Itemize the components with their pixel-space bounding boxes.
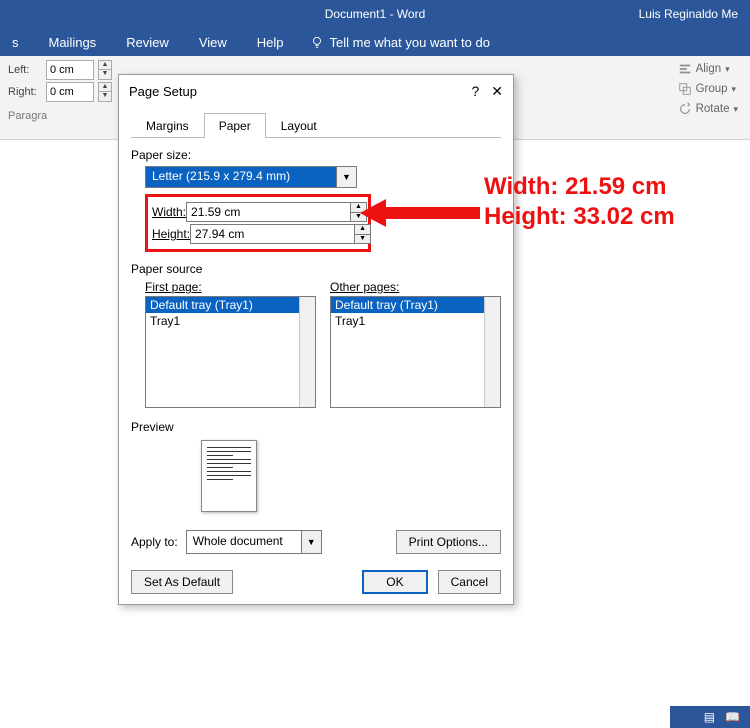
annotation-arrow	[360, 196, 480, 230]
cancel-button[interactable]: Cancel	[438, 570, 501, 594]
dialog-close-button[interactable]: ✕	[491, 83, 503, 100]
chevron-down-icon[interactable]: ▼	[336, 167, 356, 187]
first-page-list[interactable]: Default tray (Tray1) Tray1	[145, 296, 316, 408]
view-icon[interactable]: ▤	[704, 710, 715, 724]
arrange-group: Align▾ Group▾ Rotate▾	[678, 62, 738, 116]
scrollbar[interactable]	[484, 297, 500, 407]
status-bar: ▤ 📖	[670, 706, 750, 728]
tell-me-search[interactable]: Tell me what you want to do	[310, 35, 490, 50]
apply-to-combo[interactable]: Whole document ▼	[186, 530, 322, 554]
width-input[interactable]	[187, 203, 350, 221]
indent-left-spinner[interactable]: ▲▼	[98, 60, 112, 80]
tab-paper[interactable]: Paper	[204, 113, 266, 138]
ribbon-tab-help[interactable]: Help	[253, 31, 288, 54]
chevron-down-icon: ▾	[732, 84, 737, 95]
paper-size-combo[interactable]: Letter (215.9 x 279.4 mm) ▼	[145, 166, 357, 188]
title-bar: Document1 - Word Luis Reginaldo Me	[0, 0, 750, 28]
ribbon-tab-partial[interactable]: s	[8, 31, 23, 54]
paper-source-label: Paper source	[131, 262, 501, 276]
lightbulb-icon	[310, 35, 324, 49]
list-item[interactable]: Default tray (Tray1)	[331, 297, 500, 313]
ribbon-tab-mailings[interactable]: Mailings	[45, 31, 101, 54]
paper-size-value: Letter (215.9 x 279.4 mm)	[146, 167, 336, 187]
annotation-width: Width: 21.59 cm	[484, 172, 675, 202]
dialog-title: Page Setup	[129, 84, 197, 99]
indent-left-label: Left:	[8, 64, 42, 76]
tell-me-label: Tell me what you want to do	[330, 35, 490, 50]
dialog-tabs: Margins Paper Layout	[131, 112, 501, 138]
other-pages-list[interactable]: Default tray (Tray1) Tray1	[330, 296, 501, 408]
group-button[interactable]: Group▾	[678, 82, 738, 96]
set-as-default-button[interactable]: Set As Default	[131, 570, 233, 594]
paragraph-group: Left: ▲▼ Right: ▲▼ Paragra	[8, 60, 112, 122]
indent-right-label: Right:	[8, 86, 42, 98]
list-item[interactable]: Default tray (Tray1)	[146, 297, 315, 313]
list-item[interactable]: Tray1	[331, 313, 500, 329]
width-label: Width:	[152, 205, 186, 219]
apply-to-value: Whole document	[187, 531, 301, 553]
paper-size-label: Paper size:	[131, 148, 501, 162]
height-input[interactable]	[191, 225, 354, 243]
chevron-down-icon: ▾	[725, 64, 730, 75]
ribbon-tabs: s Mailings Review View Help Tell me what…	[0, 28, 750, 56]
rotate-icon	[678, 102, 692, 116]
first-page-label: First page:	[145, 280, 316, 294]
user-name: Luis Reginaldo Me	[639, 7, 738, 21]
chevron-down-icon[interactable]: ▼	[301, 531, 321, 553]
group-icon	[678, 82, 692, 96]
paragraph-caption: Paragra	[8, 104, 112, 122]
list-item[interactable]: Tray1	[146, 313, 315, 329]
height-label: Height:	[152, 227, 190, 241]
ok-button[interactable]: OK	[362, 570, 427, 594]
preview-label: Preview	[131, 420, 501, 434]
annotation-height: Height: 33.02 cm	[484, 202, 675, 232]
align-icon	[678, 62, 692, 76]
width-height-highlight: Width: ▲▼ Height: ▲▼	[145, 194, 371, 252]
ribbon-tab-view[interactable]: View	[195, 31, 231, 54]
rotate-button[interactable]: Rotate▾	[678, 102, 738, 116]
book-icon[interactable]: 📖	[725, 710, 740, 724]
dialog-help-button[interactable]: ?	[471, 83, 479, 100]
scrollbar[interactable]	[299, 297, 315, 407]
page-preview	[201, 440, 257, 512]
ribbon-tab-review[interactable]: Review	[122, 31, 173, 54]
tab-margins[interactable]: Margins	[131, 113, 204, 138]
apply-to-label: Apply to:	[131, 535, 178, 549]
chevron-down-icon: ▾	[733, 104, 738, 115]
document-title: Document1 - Word	[325, 7, 425, 21]
indent-right-spinner[interactable]: ▲▼	[98, 82, 112, 102]
indent-right-input[interactable]	[46, 82, 94, 102]
other-pages-label: Other pages:	[330, 280, 501, 294]
indent-left-input[interactable]	[46, 60, 94, 80]
page-setup-dialog: Page Setup ? ✕ Margins Paper Layout Pape…	[118, 74, 514, 605]
print-options-button[interactable]: Print Options...	[396, 530, 501, 554]
tab-layout[interactable]: Layout	[266, 113, 332, 138]
annotation-text: Width: 21.59 cm Height: 33.02 cm	[484, 172, 675, 232]
align-button[interactable]: Align▾	[678, 62, 738, 76]
